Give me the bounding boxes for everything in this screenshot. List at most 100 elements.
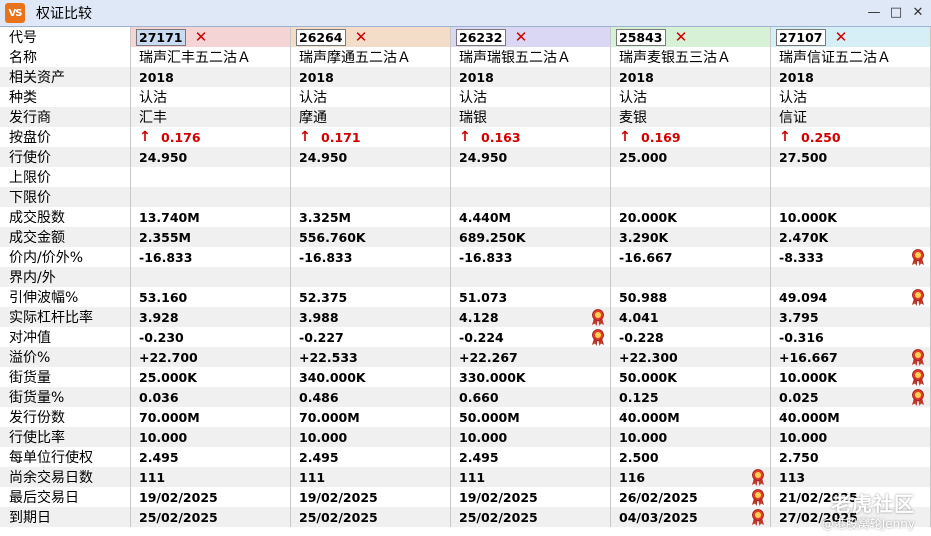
value-cell-moneyness: -16.833 [451, 247, 611, 267]
row-label-iv: 引伸波幅% [0, 287, 131, 307]
issue_size-value: 40.000M [619, 409, 680, 425]
value-cell-price: ↑ 0.171 [291, 127, 451, 147]
remove-icon[interactable]: ✕ [514, 28, 528, 46]
value-cell-range [611, 267, 771, 287]
row-label-cap: 上限价 [0, 167, 131, 187]
last_trade-value: 19/02/2025 [139, 489, 218, 505]
value-cell-outstanding: 25.000K [131, 367, 291, 387]
value-cell-cap [451, 167, 611, 187]
value-cell-name: 瑞声麦银五三沽Ａ [611, 47, 771, 67]
value-cell-issue_size: 40.000M [611, 407, 771, 427]
iv-value: 52.375 [299, 289, 348, 305]
window-title: 权证比较 [36, 6, 92, 22]
row-label-type: 种类 [0, 87, 131, 107]
remove-icon[interactable]: ✕ [354, 28, 368, 46]
value-cell-range [451, 267, 611, 287]
value-cell-floor [291, 187, 451, 207]
value-cell-expiry: 04/03/2025 [611, 507, 771, 527]
award-ribbon-icon [912, 289, 924, 306]
value-cell-days_left: 111 [451, 467, 611, 487]
price-value: 0.163 [481, 129, 521, 145]
value-cell-issuer: 瑞银 [451, 107, 611, 127]
up-arrow-icon: ↑ [459, 129, 471, 145]
row-label-strike: 行使价 [0, 147, 131, 167]
value-cell-issuer: 摩通 [291, 107, 451, 127]
remove-icon[interactable]: ✕ [834, 28, 848, 46]
type-value: 认沽 [779, 90, 807, 106]
value-cell-strike: 27.500 [771, 147, 931, 167]
value-cell-outstanding: 340.000K [291, 367, 451, 387]
warrant-compare-table: 代号 ✕ ✕ ✕ ✕ ✕ 名称瑞声汇丰五二沽Ａ 瑞声摩通五二沽Ａ 瑞声瑞银五二沽Ａ 瑞声麦银五三沽… [0, 27, 931, 536]
code-input[interactable] [296, 28, 346, 46]
value-cell-exercise_per_unit: 2.495 [131, 447, 291, 467]
name-value: 瑞声瑞银五二沽Ａ [459, 50, 571, 66]
last_trade-value: 19/02/2025 [459, 489, 538, 505]
expiry-value: 25/02/2025 [459, 509, 538, 525]
row-label-outstanding: 街货量 [0, 367, 131, 387]
title-bar: VS 权证比较 — □ ✕ [0, 0, 931, 27]
value-cell-days_left: 111 [131, 467, 291, 487]
award-ribbon-icon [912, 389, 924, 406]
value-cell-outstanding: 330.000K [451, 367, 611, 387]
value-cell-volume: 3.325M [291, 207, 451, 227]
value-cell-moneyness: -16.833 [131, 247, 291, 267]
issue_size-value: 70.000M [299, 409, 360, 425]
value-cell-iv: 50.988 [611, 287, 771, 307]
premium-value: +22.267 [459, 349, 518, 365]
type-value: 认沽 [139, 90, 167, 106]
issuer-value: 汇丰 [139, 110, 167, 126]
issuer-value: 信证 [779, 110, 807, 126]
value-cell-price: ↑ 0.176 [131, 127, 291, 147]
app-icon: VS [5, 3, 25, 23]
price-value: 0.169 [641, 129, 681, 145]
row-label-expiry: 到期日 [0, 507, 131, 527]
remove-icon[interactable]: ✕ [674, 28, 688, 46]
eff_gearing-value: 4.128 [459, 309, 499, 325]
remove-icon[interactable]: ✕ [194, 28, 208, 46]
code-input[interactable] [456, 28, 506, 46]
minimize-icon[interactable]: — [867, 4, 881, 20]
exercise_per_unit-value: 2.495 [139, 449, 179, 465]
eff_gearing-value: 3.988 [299, 309, 339, 325]
type-value: 认沽 [299, 90, 327, 106]
code-input[interactable] [136, 28, 186, 46]
value-cell-premium: +22.533 [291, 347, 451, 367]
row-label-volume: 成交股数 [0, 207, 131, 227]
code-input[interactable] [776, 28, 826, 46]
last_trade-value: 26/02/2025 [619, 489, 698, 505]
code-input[interactable] [616, 28, 666, 46]
value-cell-delta: -0.228 [611, 327, 771, 347]
close-icon[interactable]: ✕ [911, 4, 925, 20]
eff_gearing-value: 4.041 [619, 309, 659, 325]
strike-value: 24.950 [299, 149, 348, 165]
value-cell-floor [451, 187, 611, 207]
row-label-issue_size: 发行份数 [0, 407, 131, 427]
value-cell-volume: 10.000K [771, 207, 931, 227]
issue_size-value: 40.000M [779, 409, 840, 425]
row-label-name: 名称 [0, 47, 131, 67]
value-cell-cap [611, 167, 771, 187]
delta-value: -0.316 [779, 329, 824, 345]
issue_size-value: 70.000M [139, 409, 200, 425]
value-cell-turnover: 3.290K [611, 227, 771, 247]
value-cell-last_trade: 19/02/2025 [451, 487, 611, 507]
value-cell-iv: 52.375 [291, 287, 451, 307]
award-ribbon-icon [912, 369, 924, 386]
window-controls: — □ ✕ [867, 4, 925, 20]
outstanding_pct-value: 0.660 [459, 389, 499, 405]
value-cell-issue_size: 70.000M [291, 407, 451, 427]
iv-value: 53.160 [139, 289, 188, 305]
up-arrow-icon: ↑ [139, 129, 151, 145]
volume-value: 10.000K [779, 209, 837, 225]
value-cell-outstanding: 50.000K [611, 367, 771, 387]
last_trade-value: 19/02/2025 [299, 489, 378, 505]
value-cell-conv_ratio: 10.000 [611, 427, 771, 447]
row-label-range: 界内/外 [0, 267, 131, 287]
maximize-icon[interactable]: □ [889, 4, 903, 20]
value-cell-issuer: 麦银 [611, 107, 771, 127]
eff_gearing-value: 3.928 [139, 309, 179, 325]
up-arrow-icon: ↑ [779, 129, 791, 145]
expiry-value: 25/02/2025 [299, 509, 378, 525]
value-cell-premium: +22.700 [131, 347, 291, 367]
value-cell-conv_ratio: 10.000 [771, 427, 931, 447]
